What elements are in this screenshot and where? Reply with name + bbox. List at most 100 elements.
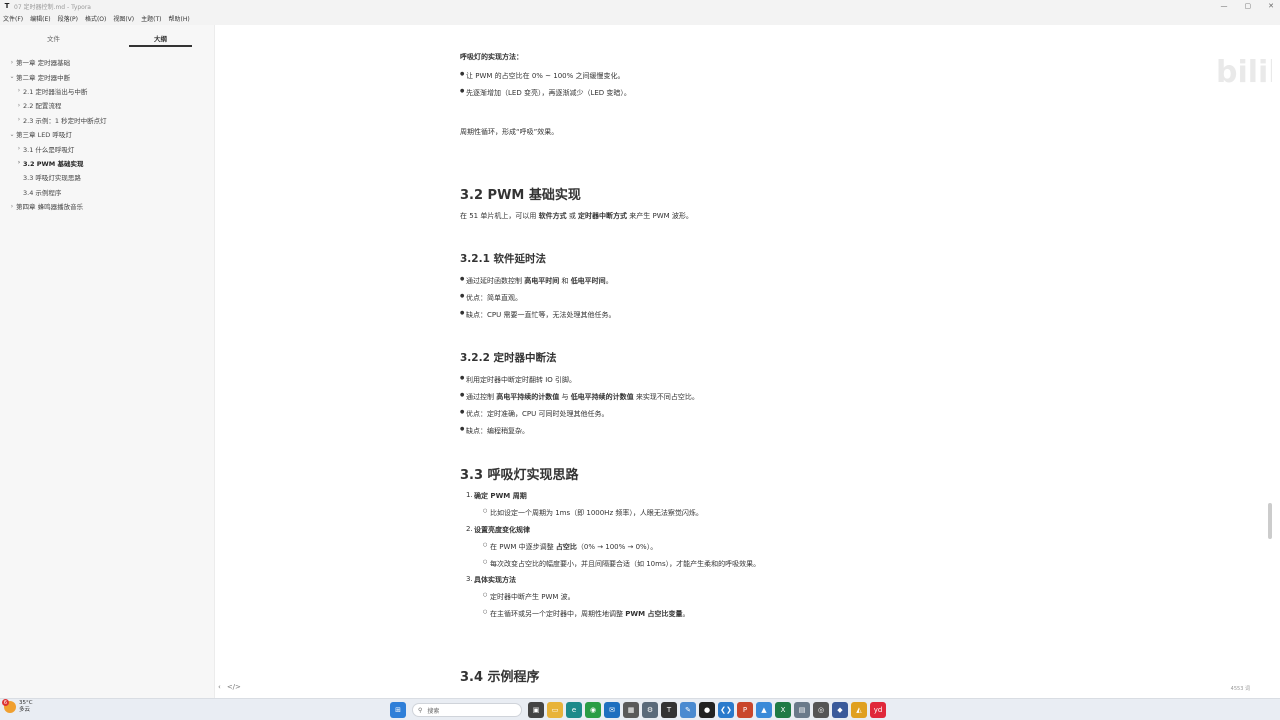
outline-item[interactable]: › 第一章 定时器基础 [0, 55, 214, 69]
photos-icon[interactable]: ▲ [756, 702, 772, 718]
notepad-icon[interactable]: ✎ [680, 702, 696, 718]
weather-desc: 多云 [19, 707, 31, 713]
status-bar-left: ‹ </> [218, 683, 241, 691]
outline-item[interactable]: 3.3 呼吸灯实现思路 [0, 170, 214, 184]
menu-bar: 文件(F) 编辑(E) 段落(P) 格式(O) 视图(V) 主题(T) 帮助(H… [0, 12, 1280, 25]
tab-outline[interactable]: 大纲 [107, 25, 214, 47]
list-item: 缺点：编程稍复杂。 [460, 426, 529, 436]
heading-3-2-1: 3.2.1 软件延时法 [460, 253, 547, 265]
menu-view[interactable]: 视图(V) [110, 14, 138, 23]
title-bar: T 07 定时器控制.md - Typora — ▢ ✕ [0, 0, 1280, 12]
chevron-right-icon[interactable]: › [15, 145, 23, 152]
excel-icon[interactable]: X [775, 702, 791, 718]
search-placeholder: 搜索 [427, 707, 440, 715]
chevron-right-icon[interactable]: › [15, 87, 23, 94]
chevron-right-icon[interactable]: › [15, 116, 23, 123]
chevron-right-icon[interactable]: › [15, 159, 23, 166]
sidebar-tabs: 文件 大纲 [0, 25, 214, 47]
outline-item-label: 第二章 定时器中断 [16, 73, 71, 82]
weather-temp: 35°C [19, 700, 33, 706]
file-explorer-icon[interactable]: ▭ [547, 702, 563, 718]
toggle-sidebar-icon[interactable]: ‹ [218, 683, 221, 691]
typora-icon[interactable]: T [661, 702, 677, 718]
editor-content[interactable]: bilibili 呼吸灯的实现方法： 让 PWM 的占空比在 0% ~ 100%… [216, 25, 1272, 698]
calculator-icon[interactable]: ▦ [623, 702, 639, 718]
outline-item[interactable]: 3.4 示例程序 [0, 185, 214, 199]
menu-edit[interactable]: 编辑(E) [27, 14, 54, 23]
window-title: 07 定时器控制.md - Typora [14, 3, 91, 11]
bilibili-logo: bilibili [1216, 55, 1272, 90]
obs-icon[interactable]: ● [699, 702, 715, 718]
list-item: 缺点：CPU 需要一直忙等，无法处理其他任务。 [460, 310, 615, 320]
sub-list-item: 定时器中断产生 PWM 波。 [483, 592, 575, 602]
menu-help[interactable]: 帮助(H) [166, 14, 194, 23]
powerpoint-icon[interactable]: P [737, 702, 753, 718]
youdao-icon[interactable]: yd [870, 702, 886, 718]
list-item: 通过延时函数控制 高电平时间 和 低电平时间。 [460, 276, 613, 286]
paragraph-breath-method: 呼吸灯的实现方法： [460, 53, 523, 61]
weather-widget[interactable]: 6 35°C 多云 [2, 699, 33, 714]
list-item: 优点：定时准确，CPU 可同时处理其他任务。 [460, 409, 608, 419]
outline-item-label: 2.1 定时器溢出与中断 [23, 87, 88, 96]
outline-item[interactable]: › 2.3 示例：1 秒定时中断点灯 [0, 113, 214, 127]
list-item: 优点：简单直观。 [460, 293, 522, 303]
heading-3-4: 3.4 示例程序 [460, 670, 540, 685]
heading-3-2-2: 3.2.2 定时器中断法 [460, 352, 557, 364]
paragraph-intro-3-2: 在 51 单片机上，可以用 软件方式 或 定时器中断方式 来产生 PWM 波形。 [460, 212, 693, 220]
menu-file[interactable]: 文件(F) [0, 14, 27, 23]
list-item: 先逐渐增加（LED 变亮），再逐渐减少（LED 变暗）。 [460, 88, 631, 98]
outline-item-label: 2.3 示例：1 秒定时中断点灯 [23, 116, 107, 125]
outline-item[interactable]: › 3.2 PWM 基础实现 [0, 156, 214, 170]
word-count[interactable]: 4553 词 [1231, 685, 1250, 692]
outline-item-label: 2.2 配置流程 [23, 102, 62, 111]
tab-files[interactable]: 文件 [0, 25, 107, 47]
camera-icon[interactable]: ◎ [813, 702, 829, 718]
search-icon: ⚲ [418, 706, 423, 714]
minimize-button[interactable]: — [1221, 2, 1228, 10]
list-item: 让 PWM 的占空比在 0% ~ 100% 之间缓慢变化。 [460, 71, 624, 81]
list-item: 通过控制 高电平持续的计数值 与 低电平持续的计数值 来实现不同占空比。 [460, 392, 699, 402]
outline-item[interactable]: › 2.1 定时器溢出与中断 [0, 84, 214, 98]
list-item: 利用定时器中断定时翻转 IO 引脚。 [460, 375, 576, 385]
chevron-right-icon[interactable]: › [8, 59, 16, 66]
outline-item-label: 第四章 蜂鸣器播放音乐 [16, 203, 84, 212]
sub-list-item: 在 PWM 中逐步调整 占空比（0% → 100% → 0%）。 [483, 542, 657, 552]
windows-start-icon[interactable]: ⊞ [390, 702, 406, 718]
menu-theme[interactable]: 主题(T) [138, 14, 165, 23]
ordered-item-1: 1. 确定 PWM 周期 [466, 491, 527, 500]
outline-item-label: 3.3 呼吸灯实现思路 [23, 174, 81, 183]
app2-icon[interactable]: ◭ [851, 702, 867, 718]
chevron-right-icon[interactable]: › [8, 203, 16, 210]
weather-icon: 6 [2, 699, 16, 713]
scrollbar-thumb[interactable] [1268, 503, 1272, 539]
chevron-right-icon[interactable]: › [15, 102, 23, 109]
menu-format[interactable]: 格式(O) [82, 14, 110, 23]
outline-item[interactable]: ⌄ 第三章 LED 呼吸灯 [0, 127, 214, 141]
maximize-button[interactable]: ▢ [1245, 2, 1252, 10]
outline-item[interactable]: › 3.1 什么是呼吸灯 [0, 141, 214, 155]
chevron-down-icon[interactable]: ⌄ [8, 73, 16, 80]
vscode-icon[interactable]: ❮❯ [718, 702, 734, 718]
taskbar-search[interactable]: ⚲ 搜索 [412, 703, 522, 717]
heading-3-2: 3.2 PWM 基础实现 [460, 188, 581, 203]
keil-icon[interactable]: ◆ [832, 702, 848, 718]
chevron-down-icon[interactable]: ⌄ [8, 131, 16, 138]
sidebar: 文件 大纲 › 第一章 定时器基础 ⌄ 第二章 定时器中断 › 2.1 定时器溢出与中断 ›… [0, 25, 215, 698]
task-view-icon[interactable]: ▣ [528, 702, 544, 718]
taskbar-apps: ⊞ ⚲ 搜索 ▣ ▭ e ◉ ✉ ▦ ⚙ T ✎ ● ❮❯ P ▲ X ▤ ◎ ◆ ◭ yd [390, 702, 886, 718]
outline-item[interactable]: › 第四章 蜂鸣器播放音乐 [0, 199, 214, 213]
app-icon[interactable]: ▤ [794, 702, 810, 718]
sub-list-item: 每次改变占空比的幅度要小，并且间隔要合适（如 10ms），才能产生柔和的呼吸效果… [483, 559, 760, 569]
outline-item[interactable]: ⌄ 第二章 定时器中断 [0, 69, 214, 83]
close-button[interactable]: ✕ [1268, 2, 1274, 10]
ordered-item-2: 2. 设置亮度变化规律 [466, 525, 530, 534]
menu-paragraph[interactable]: 段落(P) [55, 14, 82, 23]
edge-icon[interactable]: e [566, 702, 582, 718]
outline-item[interactable]: › 2.2 配置流程 [0, 98, 214, 112]
ordered-item-3: 3. 具体实现方法 [466, 575, 516, 584]
settings-icon[interactable]: ⚙ [642, 702, 658, 718]
chrome-icon[interactable]: ◉ [585, 702, 601, 718]
mail-icon[interactable]: ✉ [604, 702, 620, 718]
heading-3-3: 3.3 呼吸灯实现思路 [460, 468, 579, 483]
source-mode-icon[interactable]: </> [227, 683, 241, 691]
